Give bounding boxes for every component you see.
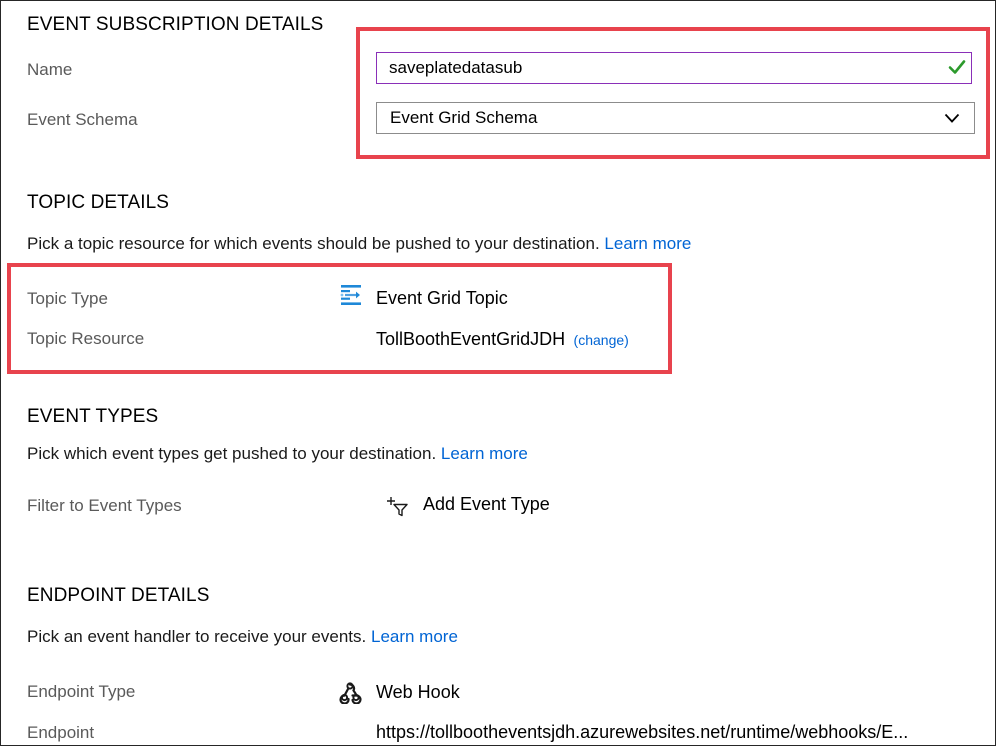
event-types-heading: EVENT TYPES (27, 406, 159, 427)
name-label: Name (27, 60, 73, 79)
endpoint-type-value: Web Hook (376, 682, 460, 702)
endpoint-description-text: Pick an event handler to receive your ev… (27, 627, 367, 646)
topic-description-text: Pick a topic resource for which events s… (27, 234, 600, 253)
topic-description: Pick a topic resource for which events s… (27, 234, 691, 254)
add-filter-icon (387, 497, 408, 517)
event-types-description-text: Pick which event types get pushed to you… (27, 444, 437, 463)
endpoint-details-heading: ENDPOINT DETAILS (27, 585, 210, 606)
event-types-description: Pick which event types get pushed to you… (27, 444, 528, 464)
endpoint-label: Endpoint (27, 723, 95, 742)
event-types-learn-more-link[interactable]: Learn more (441, 444, 528, 463)
event-subscription-heading: EVENT SUBSCRIPTION DETAILS (27, 14, 324, 35)
endpoint-description: Pick an event handler to receive your ev… (27, 627, 458, 647)
topic-learn-more-link[interactable]: Learn more (604, 234, 691, 253)
highlight-box-subscription (356, 27, 990, 159)
webhook-icon (339, 682, 362, 704)
highlight-box-topic (7, 263, 672, 374)
add-event-type-label: Add Event Type (423, 494, 550, 514)
endpoint-url-link[interactable]: https://tollbootheventsjdh.azurewebsites… (376, 722, 908, 743)
filter-event-types-label: Filter to Event Types (27, 496, 182, 515)
event-schema-label: Event Schema (27, 110, 138, 129)
topic-details-heading: TOPIC DETAILS (27, 192, 170, 213)
endpoint-learn-more-link[interactable]: Learn more (371, 627, 458, 646)
endpoint-type-label: Endpoint Type (27, 682, 136, 701)
